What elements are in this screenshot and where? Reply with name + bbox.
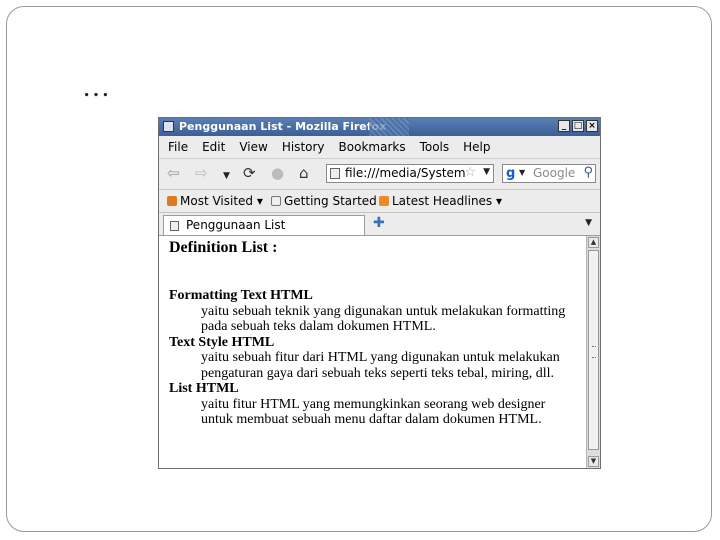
url-bar[interactable]: file:///media/System ☆ ▼ xyxy=(326,164,494,183)
url-text[interactable]: file:///media/System xyxy=(345,166,466,180)
minimize-button[interactable]: _ xyxy=(558,120,570,132)
google-engine-icon[interactable]: g xyxy=(506,166,515,181)
navigation-toolbar: ⇦ ⇨ ▼ ⟳ ● ⌂ file:///media/System ☆ ▼ g ▼… xyxy=(159,158,600,190)
titlebar-decoration xyxy=(369,118,409,136)
definition-term: Text Style HTML xyxy=(169,334,275,350)
menu-view[interactable]: View xyxy=(239,140,267,154)
bookmark-label: Latest Headlines xyxy=(392,194,493,208)
home-icon[interactable]: ⌂ xyxy=(299,166,309,181)
tab-label: Penggunaan List xyxy=(186,218,286,232)
tab-list-dropdown-icon[interactable]: ▼ xyxy=(585,218,592,228)
window-title: Penggunaan List - Mozilla Firefox xyxy=(179,120,387,133)
menu-file[interactable]: File xyxy=(168,140,188,154)
page-heading: Definition List : xyxy=(169,239,278,256)
scroll-up-icon[interactable]: ▲ xyxy=(588,237,599,248)
stop-icon[interactable]: ● xyxy=(271,166,284,181)
forward-icon[interactable]: ⇨ xyxy=(195,166,208,181)
tab-bar: Penggunaan List ✚ ▼ xyxy=(159,213,600,236)
firefox-app-icon xyxy=(163,121,174,132)
firefox-window: Penggunaan List - Mozilla Firefox _ □ × … xyxy=(158,117,601,469)
rss-folder-icon xyxy=(167,196,177,206)
window-titlebar[interactable]: Penggunaan List - Mozilla Firefox _ □ × xyxy=(159,118,600,136)
engine-dropdown-icon[interactable]: ▼ xyxy=(519,168,525,177)
slide-title: … xyxy=(82,72,112,103)
url-dropdown-icon[interactable]: ▼ xyxy=(483,167,490,177)
rss-feed-icon xyxy=(379,196,389,206)
definition-description: yaitu sebuah teknik yang digunakan untuk… xyxy=(201,303,566,335)
menu-tools[interactable]: Tools xyxy=(420,140,450,154)
page-icon xyxy=(170,221,179,231)
search-bar[interactable]: g ▼ Google ⚲ xyxy=(502,164,596,183)
bookmark-latest-headlines[interactable]: Latest Headlines ▾ xyxy=(379,194,502,208)
bookmark-getting-started[interactable]: Getting Started xyxy=(271,194,377,208)
definition-term: List HTML xyxy=(169,381,239,396)
bookmark-star-icon[interactable]: ☆ xyxy=(464,165,476,180)
grip-icon xyxy=(592,346,596,358)
window-controls: _ □ × xyxy=(558,120,598,132)
reload-icon[interactable]: ⟳ xyxy=(243,166,256,181)
new-tab-icon[interactable]: ✚ xyxy=(373,215,385,231)
definition-list: Formatting Text HTML yaitu sebuah teknik… xyxy=(169,288,579,428)
history-dropdown-icon[interactable]: ▼ xyxy=(223,169,230,184)
menu-edit[interactable]: Edit xyxy=(202,140,225,154)
back-icon[interactable]: ⇦ xyxy=(167,166,180,181)
vertical-scrollbar[interactable]: ▲ ▼ xyxy=(586,236,600,468)
menu-history[interactable]: History xyxy=(282,140,325,154)
page-icon xyxy=(271,196,281,206)
search-input[interactable]: Google xyxy=(533,166,575,180)
bookmark-label: Getting Started xyxy=(284,194,377,208)
bookmark-most-visited[interactable]: Most Visited ▾ xyxy=(167,194,263,208)
bookmarks-toolbar: Most Visited ▾ Getting Started Latest He… xyxy=(159,190,600,213)
menu-bar: File Edit View History Bookmarks Tools H… xyxy=(159,137,600,157)
definition-description: yaitu fitur HTML yang memungkinkan seora… xyxy=(201,396,546,428)
bookmark-label: Most Visited xyxy=(180,194,254,208)
maximize-button[interactable]: □ xyxy=(572,120,584,132)
definition-term: Formatting Text HTML xyxy=(169,288,313,303)
search-icon[interactable]: ⚲ xyxy=(583,165,593,180)
definition-description: yaitu sebuah fitur dari HTML yang diguna… xyxy=(201,350,560,381)
menu-bookmarks[interactable]: Bookmarks xyxy=(339,140,406,154)
tab-penggunaan-list[interactable]: Penggunaan List xyxy=(163,215,365,235)
page-icon xyxy=(330,168,340,179)
menu-help[interactable]: Help xyxy=(463,140,490,154)
scrollbar-thumb[interactable] xyxy=(588,250,599,450)
scroll-down-icon[interactable]: ▼ xyxy=(588,456,599,467)
close-button[interactable]: × xyxy=(586,120,598,132)
page-content: Definition List : Formatting Text HTML y… xyxy=(159,236,586,468)
